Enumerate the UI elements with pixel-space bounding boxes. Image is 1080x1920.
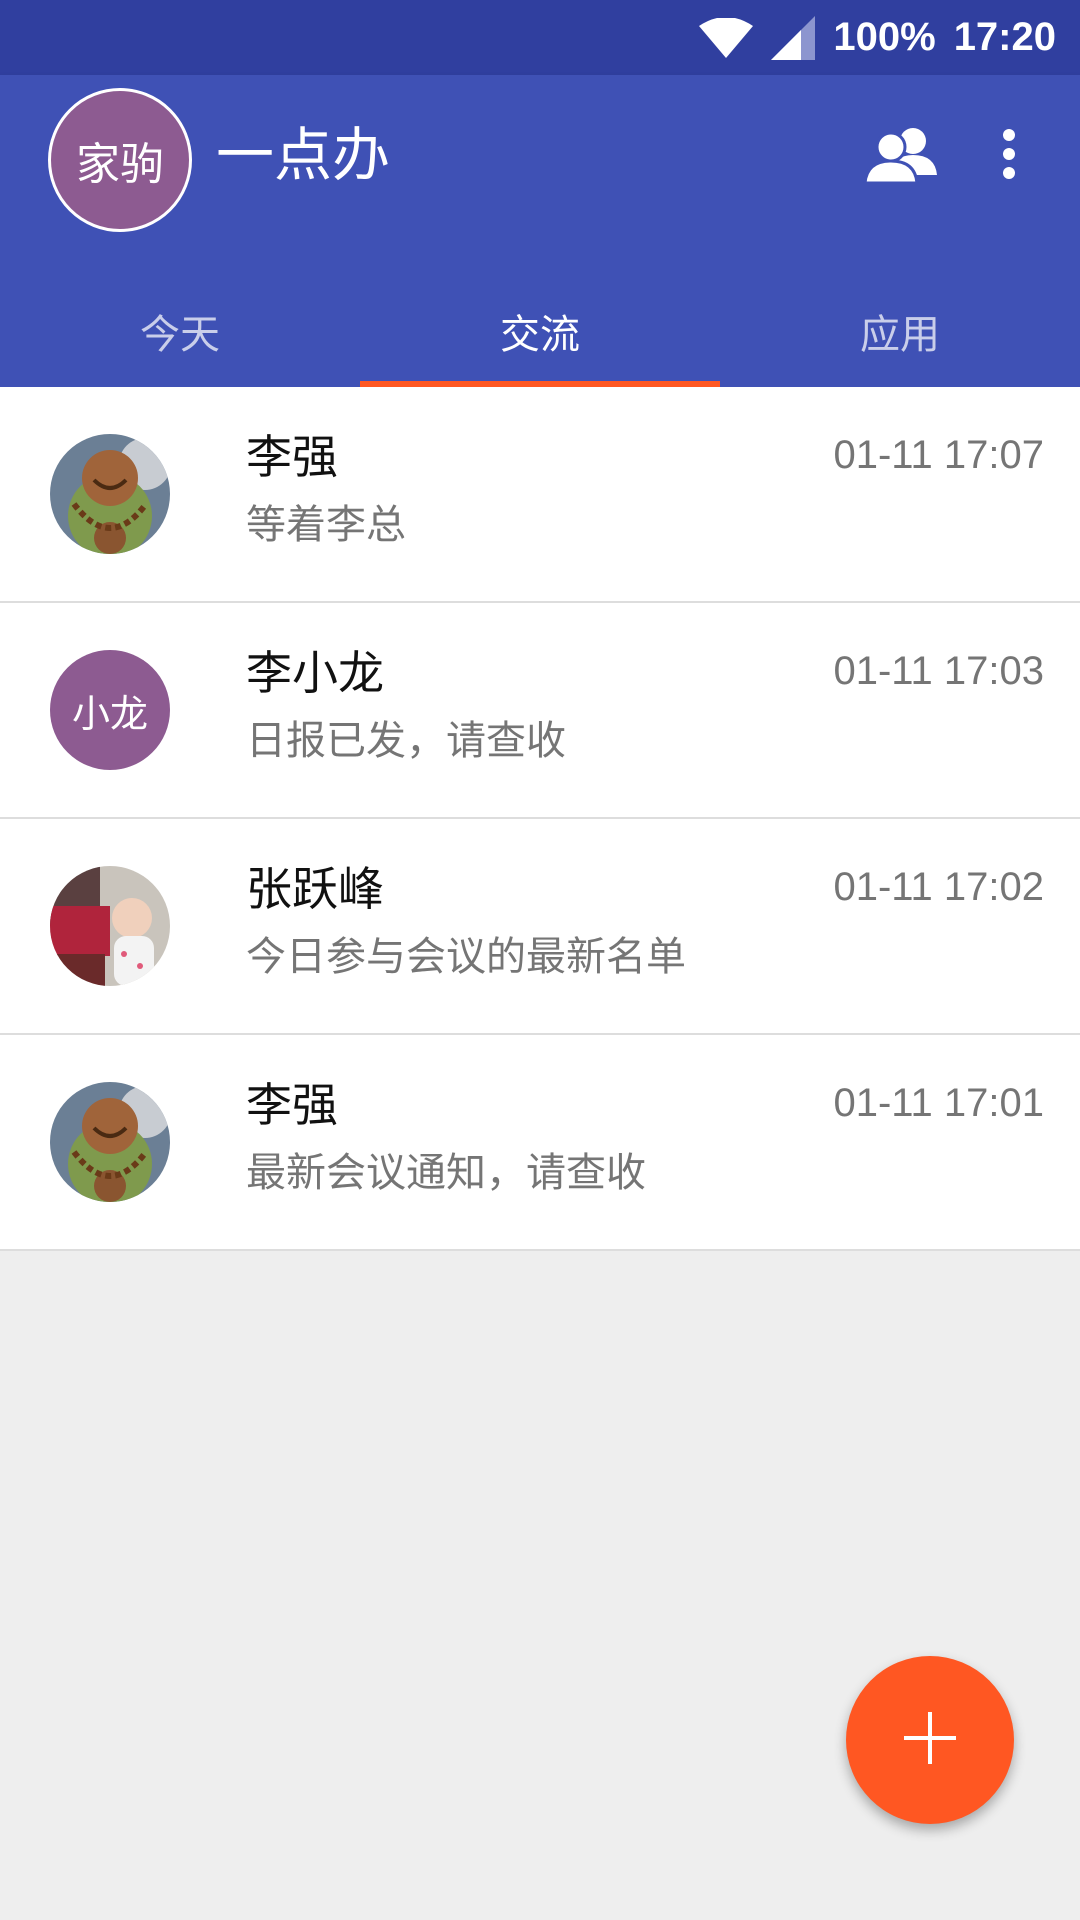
message-preview: 最新会议通知，请查收 <box>246 1150 646 1196</box>
message-time: 01-11 17:03 <box>833 649 1044 693</box>
tab-today-label: 今天 <box>140 312 220 358</box>
contact-name: 李强 <box>246 430 338 484</box>
battery-percentage: 100% <box>833 15 936 59</box>
tab-apps-label: 应用 <box>860 312 940 358</box>
add-fab-button[interactable] <box>846 1656 1014 1824</box>
conversation-row[interactable]: 小龙 李小龙 日报已发，请查收 01-11 17:03 <box>0 603 1080 819</box>
cell-signal-icon <box>771 15 816 60</box>
user-avatar-text: 家驹 <box>76 139 164 190</box>
tab-apps[interactable]: 应用 <box>720 275 1080 387</box>
message-time: 01-11 17:07 <box>833 433 1044 477</box>
text-avatar: 小龙 <box>50 650 170 770</box>
message-preview: 今日参与会议的最新名单 <box>246 934 686 980</box>
message-preview: 日报已发，请查收 <box>246 718 566 764</box>
conversation-list: 李强 等着李总 01-11 17:07 小龙 李小龙 日报已发，请查收 01-1… <box>0 387 1080 1251</box>
baby-photo-avatar <box>50 866 170 986</box>
avatar-text: 小龙 <box>71 691 148 736</box>
plus-icon <box>902 1710 958 1770</box>
app-title: 一点办 <box>216 121 391 189</box>
conversation-row[interactable]: 张跃峰 今日参与会议的最新名单 01-11 17:02 <box>0 819 1080 1035</box>
message-time: 01-11 17:02 <box>833 865 1044 909</box>
status-bar: 100% 17:20 <box>0 0 1080 75</box>
conversation-row[interactable]: 李强 等着李总 01-11 17:07 <box>0 387 1080 603</box>
status-time: 17:20 <box>953 15 1056 59</box>
message-preview: 等着李总 <box>246 502 406 548</box>
buddha-photo-avatar <box>50 434 170 554</box>
tab-today[interactable]: 今天 <box>0 275 360 387</box>
app-bar: 家驹 一点办 今天 交流 应用 <box>0 75 1080 387</box>
contacts-button[interactable] <box>856 120 946 192</box>
tab-bar: 今天 交流 应用 <box>0 275 1080 387</box>
more-vert-icon <box>1001 128 1017 184</box>
contact-name: 李强 <box>246 1078 338 1132</box>
conversation-row[interactable]: 李强 最新会议通知，请查收 01-11 17:01 <box>0 1035 1080 1251</box>
tab-communicate-label: 交流 <box>500 312 580 358</box>
tab-communicate[interactable]: 交流 <box>360 275 720 387</box>
more-options-button[interactable] <box>984 120 1034 192</box>
contact-name: 李小龙 <box>246 646 384 700</box>
contact-name: 张跃峰 <box>246 862 384 916</box>
message-time: 01-11 17:01 <box>833 1081 1044 1125</box>
user-avatar[interactable]: 家驹 <box>48 88 192 232</box>
buddha-photo-avatar <box>50 1082 170 1202</box>
wifi-icon <box>699 17 754 58</box>
contacts-icon <box>863 125 939 187</box>
